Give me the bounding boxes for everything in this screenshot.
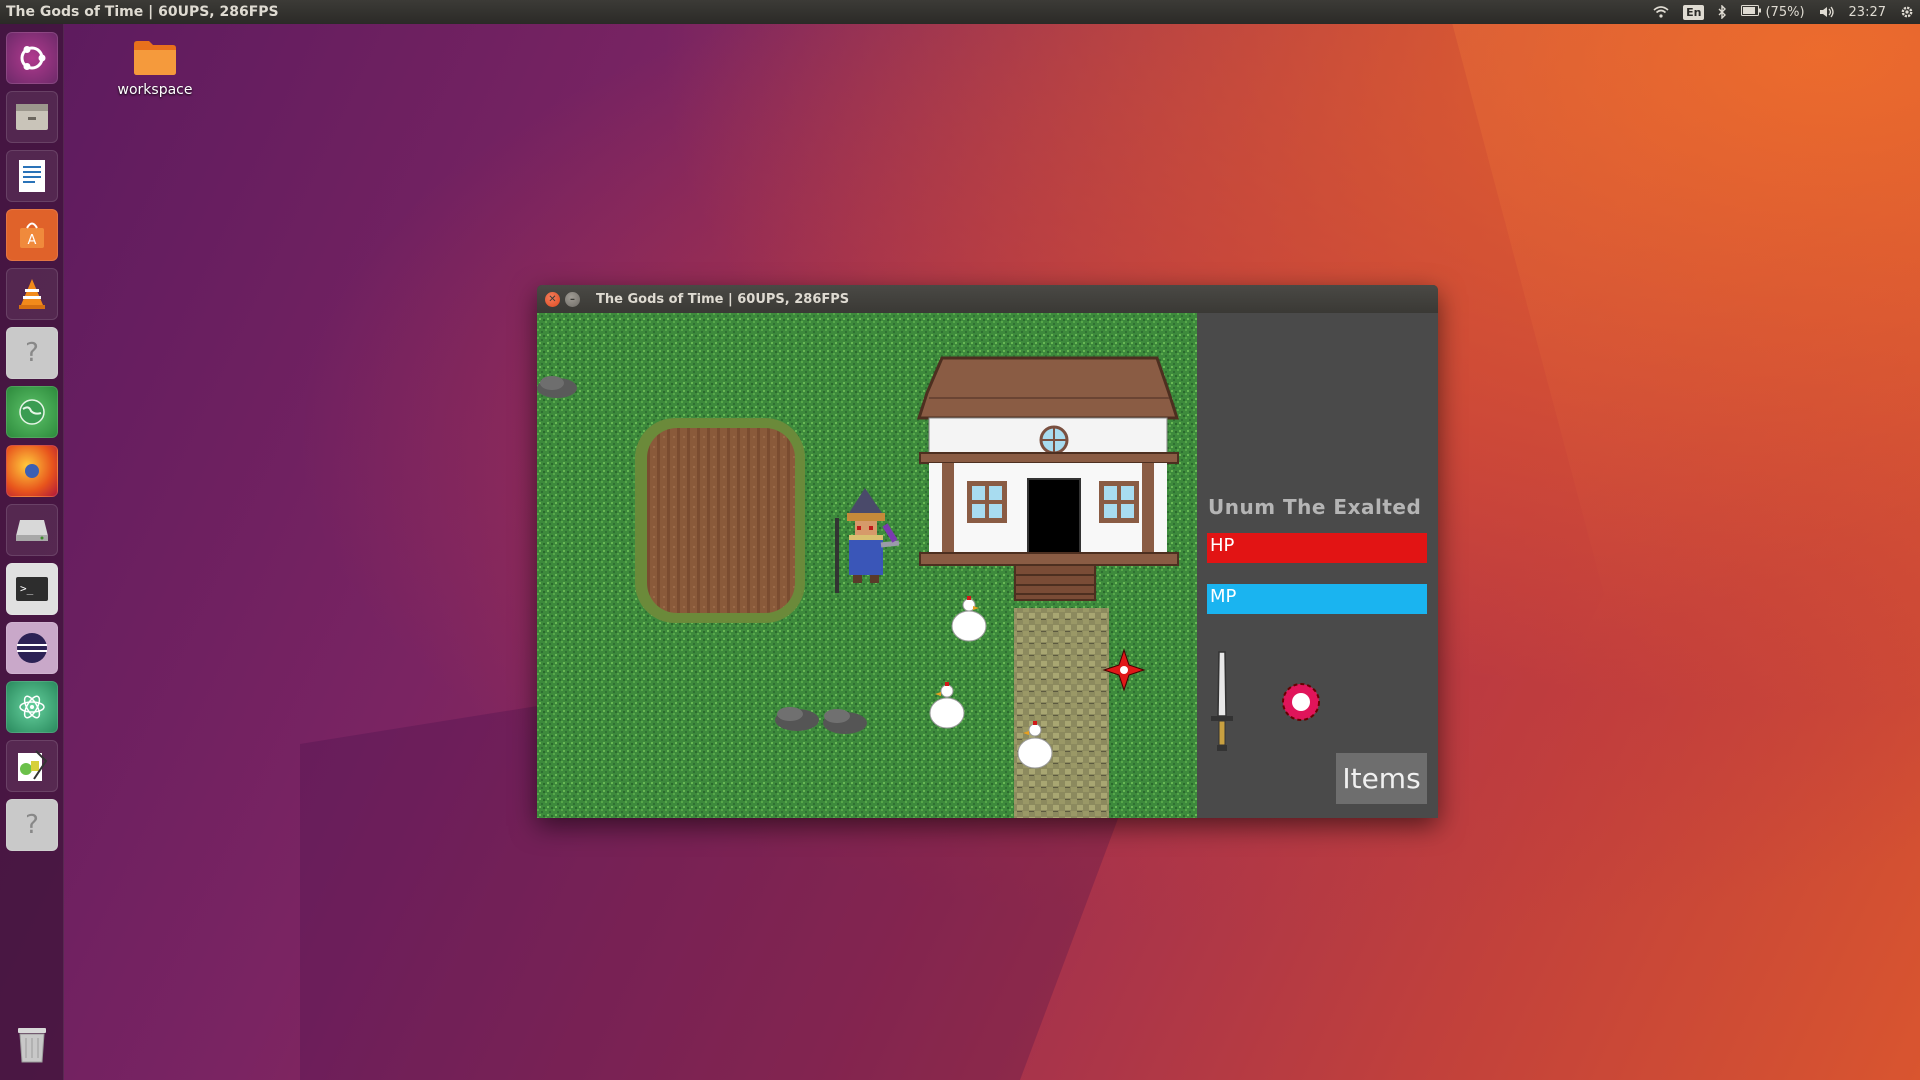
terminal-icon[interactable]: >_	[6, 563, 58, 615]
minimize-button[interactable]: –	[565, 291, 580, 307]
drawing-icon[interactable]	[6, 740, 58, 792]
launcher: A ? >_ ?	[0, 24, 64, 1080]
trash-icon[interactable]	[6, 1018, 58, 1070]
eclipse-icon[interactable]	[6, 622, 58, 674]
battery-percentage: (75%)	[1765, 4, 1805, 20]
stone-path	[1014, 608, 1109, 818]
svg-text:A: A	[28, 233, 37, 248]
window-client-area: Unum The Exalted HP MP Items	[537, 313, 1438, 818]
farm-soil	[647, 428, 795, 613]
wifi-icon[interactable]	[1653, 6, 1669, 18]
vlc-icon[interactable]	[6, 268, 58, 320]
gear-icon[interactable]	[1900, 5, 1914, 19]
house	[916, 356, 1180, 601]
svg-text:>_: >_	[20, 582, 34, 595]
window-title-bar[interactable]: ✕ – The Gods of Time | 60UPS, 286FPS	[537, 285, 1438, 313]
magic-orb-icon[interactable]	[1277, 678, 1325, 726]
active-window-title: The Gods of Time | 60UPS, 286FPS	[6, 4, 279, 20]
globe-icon[interactable]	[6, 386, 58, 438]
hud-panel: Unum The Exalted HP MP Items	[1197, 313, 1438, 818]
close-icon: ✕	[548, 293, 557, 305]
help-icon[interactable]: ?	[6, 327, 58, 379]
writer-icon[interactable]	[6, 150, 58, 202]
items-button[interactable]: Items	[1336, 753, 1427, 804]
mp-bar: MP	[1207, 584, 1427, 614]
desktop-icon-label: workspace	[117, 82, 193, 98]
firefox-icon[interactable]	[6, 445, 58, 497]
sword-icon[interactable]	[1207, 648, 1237, 758]
minimize-icon: –	[570, 293, 575, 305]
window-title: The Gods of Time | 60UPS, 286FPS	[596, 291, 850, 307]
disk-icon[interactable]	[6, 504, 58, 556]
bluetooth-icon[interactable]	[1718, 5, 1727, 19]
keyboard-layout-indicator[interactable]: En	[1683, 4, 1705, 20]
files-icon[interactable]	[6, 91, 58, 143]
battery-icon	[1741, 4, 1762, 20]
desktop-icon-workspace[interactable]: workspace	[110, 38, 200, 98]
top-panel: The Gods of Time | 60UPS, 286FPS En (75%…	[0, 0, 1920, 24]
game-scene	[537, 313, 1197, 818]
help-icon[interactable]: ?	[6, 799, 58, 851]
atom-icon[interactable]	[6, 681, 58, 733]
software-center-icon[interactable]: A	[6, 209, 58, 261]
character-name: Unum The Exalted	[1208, 495, 1422, 519]
clock[interactable]: 23:27	[1849, 5, 1886, 20]
ubuntu-logo-icon[interactable]	[6, 32, 58, 84]
close-button[interactable]: ✕	[545, 291, 560, 307]
battery-indicator[interactable]: (75%)	[1741, 4, 1805, 20]
game-window: ✕ – The Gods of Time | 60UPS, 286FPS Unu…	[537, 285, 1438, 818]
game-viewport[interactable]	[537, 313, 1197, 818]
hp-bar: HP	[1207, 533, 1427, 563]
indicator-area: En (75%) 23:27	[1653, 4, 1914, 20]
folder-icon	[132, 38, 178, 76]
volume-icon[interactable]	[1819, 6, 1835, 18]
